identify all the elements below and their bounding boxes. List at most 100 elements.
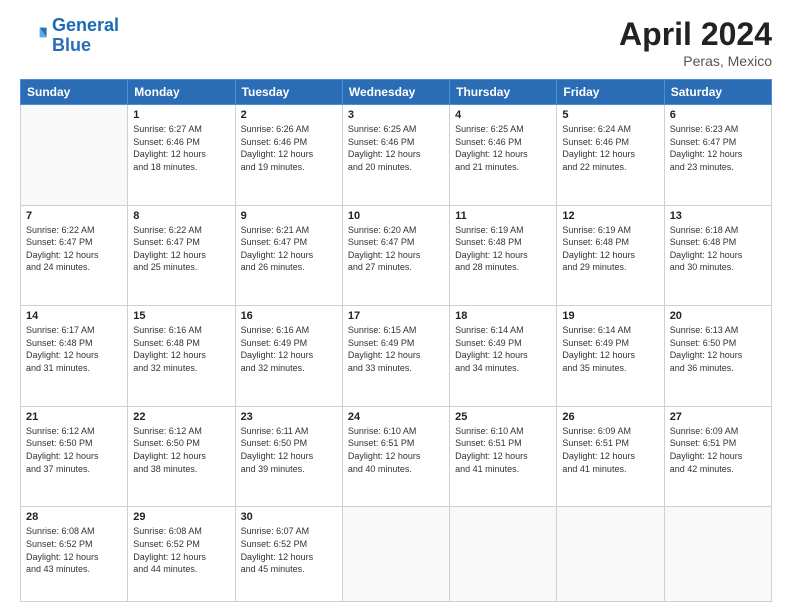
day-number: 20	[670, 310, 766, 322]
day-number: 27	[670, 411, 766, 423]
location: Peras, Mexico	[619, 53, 772, 69]
day-header-friday: Friday	[557, 80, 664, 105]
day-header-thursday: Thursday	[450, 80, 557, 105]
logo: General Blue	[20, 16, 119, 56]
day-number: 11	[455, 210, 551, 222]
day-cell: 27 Sunrise: 6:09 AM Sunset: 6:51 PM Dayli…	[664, 406, 771, 507]
day-number: 24	[348, 411, 444, 423]
day-info: Sunrise: 6:18 AM Sunset: 6:48 PM Dayligh…	[670, 224, 766, 274]
logo-text: General Blue	[52, 16, 119, 56]
day-info: Sunrise: 6:14 AM Sunset: 6:49 PM Dayligh…	[562, 324, 658, 374]
day-cell: 15 Sunrise: 6:16 AM Sunset: 6:48 PM Dayli…	[128, 306, 235, 407]
day-header-wednesday: Wednesday	[342, 80, 449, 105]
day-cell: 21 Sunrise: 6:12 AM Sunset: 6:50 PM Dayli…	[21, 406, 128, 507]
day-info: Sunrise: 6:20 AM Sunset: 6:47 PM Dayligh…	[348, 224, 444, 274]
day-info: Sunrise: 6:23 AM Sunset: 6:47 PM Dayligh…	[670, 123, 766, 173]
day-info: Sunrise: 6:19 AM Sunset: 6:48 PM Dayligh…	[455, 224, 551, 274]
day-cell: 18 Sunrise: 6:14 AM Sunset: 6:49 PM Dayli…	[450, 306, 557, 407]
day-number: 28	[26, 511, 122, 523]
day-number: 5	[562, 109, 658, 121]
day-number: 18	[455, 310, 551, 322]
day-number: 7	[26, 210, 122, 222]
day-cell	[21, 105, 128, 206]
day-info: Sunrise: 6:22 AM Sunset: 6:47 PM Dayligh…	[133, 224, 229, 274]
day-cell: 17 Sunrise: 6:15 AM Sunset: 6:49 PM Dayli…	[342, 306, 449, 407]
day-cell	[450, 507, 557, 602]
day-number: 3	[348, 109, 444, 121]
day-cell: 14 Sunrise: 6:17 AM Sunset: 6:48 PM Dayli…	[21, 306, 128, 407]
logo-icon	[20, 22, 48, 50]
day-cell: 4Sunrise: 6:25 AM Sunset: 6:46 PM Daylig…	[450, 105, 557, 206]
day-number: 9	[241, 210, 337, 222]
day-number: 16	[241, 310, 337, 322]
day-number: 13	[670, 210, 766, 222]
day-info: Sunrise: 6:08 AM Sunset: 6:52 PM Dayligh…	[133, 525, 229, 575]
day-number: 14	[26, 310, 122, 322]
week-row-5: 28 Sunrise: 6:08 AM Sunset: 6:52 PM Dayli…	[21, 507, 772, 602]
day-cell	[557, 507, 664, 602]
day-info: Sunrise: 6:16 AM Sunset: 6:49 PM Dayligh…	[241, 324, 337, 374]
day-info: Sunrise: 6:07 AM Sunset: 6:52 PM Dayligh…	[241, 525, 337, 575]
day-cell: 3 Sunrise: 6:25 AM Sunset: 6:46 PM Daylig…	[342, 105, 449, 206]
week-row-3: 14 Sunrise: 6:17 AM Sunset: 6:48 PM Dayli…	[21, 306, 772, 407]
day-info: Sunrise: 6:14 AM Sunset: 6:49 PM Dayligh…	[455, 324, 551, 374]
day-cell: 6 Sunrise: 6:23 AM Sunset: 6:47 PM Daylig…	[664, 105, 771, 206]
day-number: 8	[133, 210, 229, 222]
day-info: Sunrise: 6:08 AM Sunset: 6:52 PM Dayligh…	[26, 525, 122, 575]
day-number: 21	[26, 411, 122, 423]
day-info: Sunrise: 6:10 AM Sunset: 6:51 PM Dayligh…	[348, 425, 444, 475]
day-number: 19	[562, 310, 658, 322]
day-number: 6	[670, 109, 766, 121]
day-info: Sunrise: 6:11 AM Sunset: 6:50 PM Dayligh…	[241, 425, 337, 475]
day-info: Sunrise: 6:16 AM Sunset: 6:48 PM Dayligh…	[133, 324, 229, 374]
day-number: 2	[241, 109, 337, 121]
week-row-2: 7 Sunrise: 6:22 AM Sunset: 6:47 PM Daylig…	[21, 205, 772, 306]
day-info: Sunrise: 6:12 AM Sunset: 6:50 PM Dayligh…	[26, 425, 122, 475]
day-cell: 1 Sunrise: 6:27 AM Sunset: 6:46 PM Daylig…	[128, 105, 235, 206]
day-cell: 7 Sunrise: 6:22 AM Sunset: 6:47 PM Daylig…	[21, 205, 128, 306]
day-info: Sunrise: 6:19 AM Sunset: 6:48 PM Dayligh…	[562, 224, 658, 274]
day-number: 4	[455, 109, 551, 121]
day-cell: 30 Sunrise: 6:07 AM Sunset: 6:52 PM Dayli…	[235, 507, 342, 602]
day-info: Sunrise: 6:13 AM Sunset: 6:50 PM Dayligh…	[670, 324, 766, 374]
day-info: Sunrise: 6:09 AM Sunset: 6:51 PM Dayligh…	[670, 425, 766, 475]
day-number: 23	[241, 411, 337, 423]
day-number: 29	[133, 511, 229, 523]
day-cell: 29 Sunrise: 6:08 AM Sunset: 6:52 PM Dayli…	[128, 507, 235, 602]
header: General Blue April 2024 Peras, Mexico	[20, 16, 772, 69]
day-info: Sunrise: 6:10 AM Sunset: 6:51 PM Dayligh…	[455, 425, 551, 475]
day-info: Sunrise: 6:22 AM Sunset: 6:47 PM Dayligh…	[26, 224, 122, 274]
day-cell: 16 Sunrise: 6:16 AM Sunset: 6:49 PM Dayli…	[235, 306, 342, 407]
day-number: 22	[133, 411, 229, 423]
day-cell: 5Sunrise: 6:24 AM Sunset: 6:46 PM Daylig…	[557, 105, 664, 206]
day-info: Sunrise: 6:15 AM Sunset: 6:49 PM Dayligh…	[348, 324, 444, 374]
day-number: 25	[455, 411, 551, 423]
month-title: April 2024	[619, 16, 772, 53]
day-cell: 11 Sunrise: 6:19 AM Sunset: 6:48 PM Dayli…	[450, 205, 557, 306]
day-number: 12	[562, 210, 658, 222]
day-header-monday: Monday	[128, 80, 235, 105]
day-cell	[664, 507, 771, 602]
day-cell: 26Sunrise: 6:09 AM Sunset: 6:51 PM Dayli…	[557, 406, 664, 507]
calendar-table: SundayMondayTuesdayWednesdayThursdayFrid…	[20, 79, 772, 602]
day-cell: 23 Sunrise: 6:11 AM Sunset: 6:50 PM Dayli…	[235, 406, 342, 507]
day-header-sunday: Sunday	[21, 80, 128, 105]
day-info: Sunrise: 6:12 AM Sunset: 6:50 PM Dayligh…	[133, 425, 229, 475]
day-cell: 22 Sunrise: 6:12 AM Sunset: 6:50 PM Dayli…	[128, 406, 235, 507]
day-cell: 28 Sunrise: 6:08 AM Sunset: 6:52 PM Dayli…	[21, 507, 128, 602]
day-cell: 24 Sunrise: 6:10 AM Sunset: 6:51 PM Dayli…	[342, 406, 449, 507]
day-info: Sunrise: 6:21 AM Sunset: 6:47 PM Dayligh…	[241, 224, 337, 274]
day-number: 17	[348, 310, 444, 322]
day-cell: 10 Sunrise: 6:20 AM Sunset: 6:47 PM Dayli…	[342, 205, 449, 306]
day-number: 15	[133, 310, 229, 322]
day-info: Sunrise: 6:25 AM Sunset: 6:46 PM Dayligh…	[348, 123, 444, 173]
day-number: 10	[348, 210, 444, 222]
day-info: Sunrise: 6:17 AM Sunset: 6:48 PM Dayligh…	[26, 324, 122, 374]
day-number: 26	[562, 411, 658, 423]
day-number: 30	[241, 511, 337, 523]
day-info: Sunrise: 6:26 AM Sunset: 6:46 PM Dayligh…	[241, 123, 337, 173]
day-number: 1	[133, 109, 229, 121]
day-cell: 12 Sunrise: 6:19 AM Sunset: 6:48 PM Dayli…	[557, 205, 664, 306]
week-row-4: 21 Sunrise: 6:12 AM Sunset: 6:50 PM Dayli…	[21, 406, 772, 507]
day-info: Sunrise: 6:27 AM Sunset: 6:46 PM Dayligh…	[133, 123, 229, 173]
